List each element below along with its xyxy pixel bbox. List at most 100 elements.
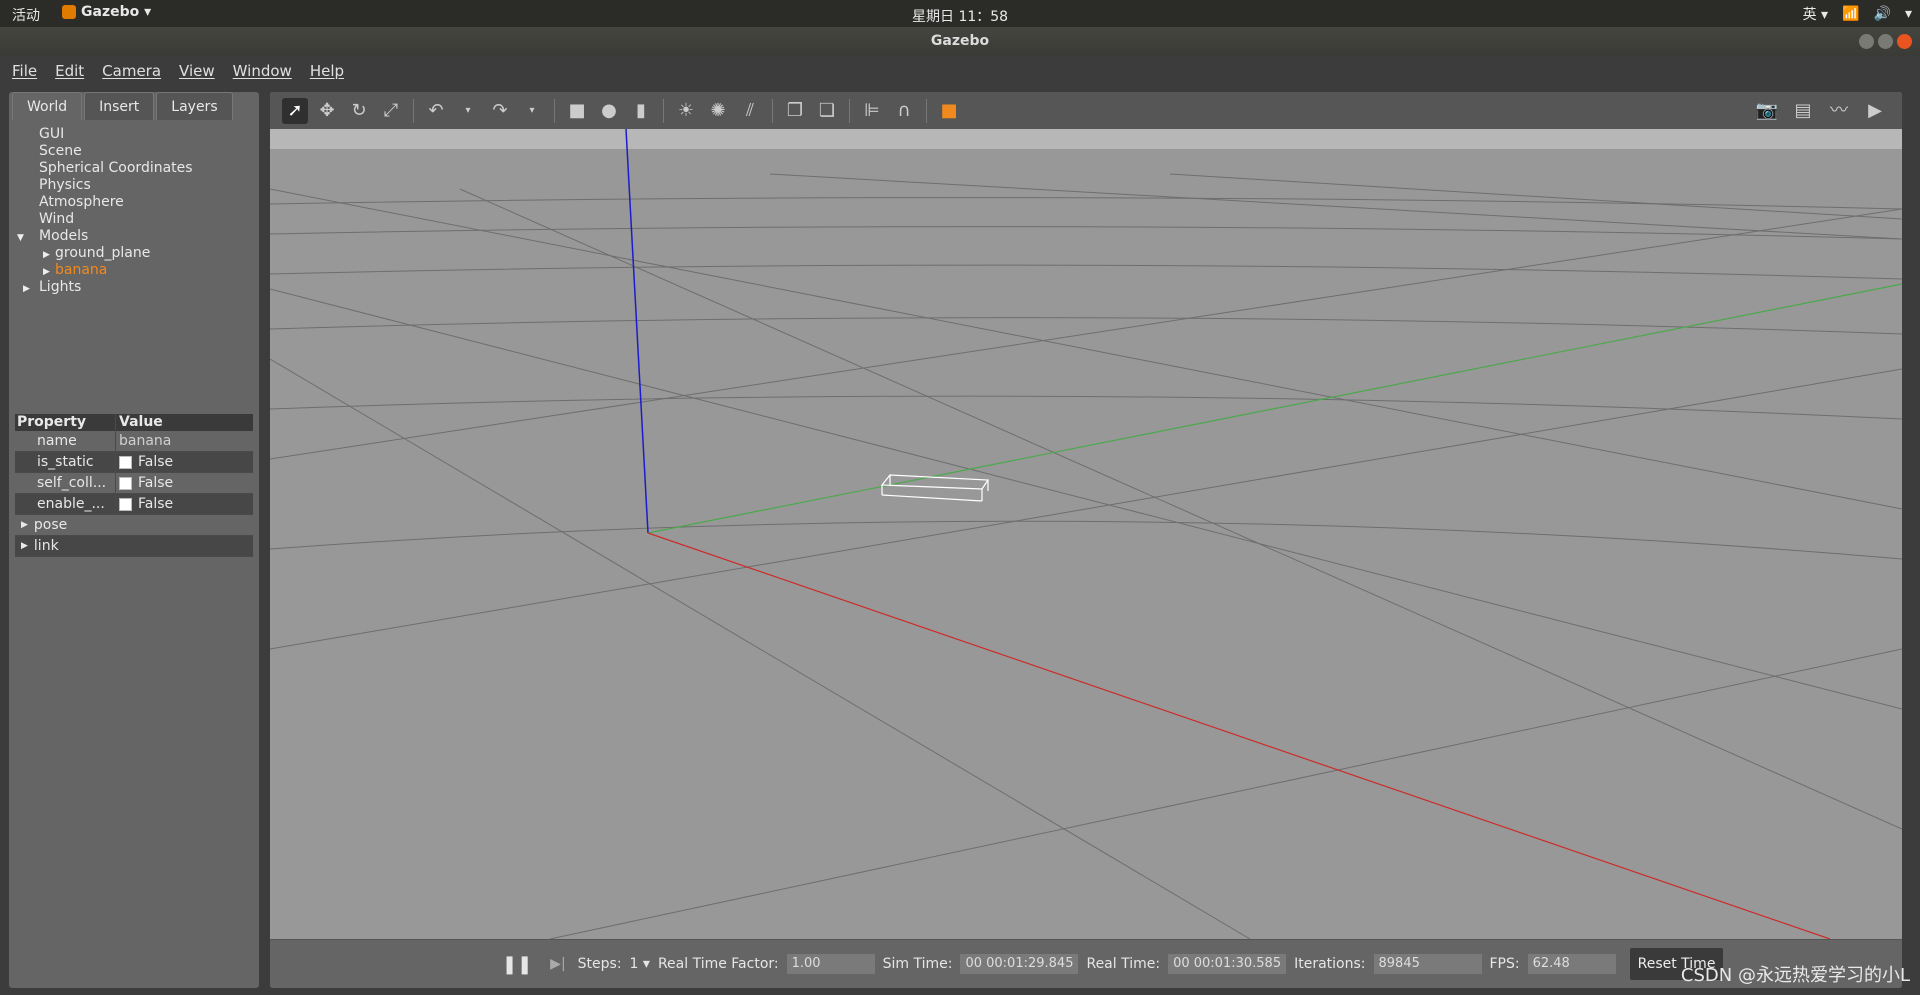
tree-item-scene[interactable]: Scene: [9, 143, 259, 160]
spot-light-icon[interactable]: ✺: [705, 98, 731, 124]
paste-icon[interactable]: ❏: [814, 98, 840, 124]
screenshot-icon[interactable]: 📷: [1754, 98, 1780, 124]
toolbar-divider: [554, 98, 555, 123]
rotate-icon[interactable]: ↻: [346, 98, 372, 124]
undo-history-icon[interactable]: ▾: [455, 98, 481, 124]
close-button[interactable]: [1897, 34, 1912, 49]
z-axis-line: [625, 129, 649, 534]
collapsed-icon[interactable]: ▶: [21, 536, 28, 556]
x-axis-line: [647, 532, 1831, 939]
clock[interactable]: 星期日 11：58: [912, 6, 1008, 26]
prop-key: self_coll...: [37, 475, 107, 491]
checkbox[interactable]: [119, 476, 132, 490]
step-icon[interactable]: ▶|: [550, 956, 565, 972]
activities-button[interactable]: 活动: [12, 5, 40, 25]
window-title: Gazebo: [930, 33, 990, 49]
rtf-label: Real Time Factor:: [657, 956, 779, 972]
toolbar-divider: [926, 98, 927, 123]
tree-label-ground-plane: ground_plane: [55, 245, 151, 261]
menu-file[interactable]: File: [12, 62, 37, 80]
menu-bar: File Edit Camera View Window Help: [0, 56, 1920, 85]
system-top-bar: 活动 Gazebo ▾ 星期日 11：58 英 ▾ 📶 🔊 ▾: [0, 0, 1920, 27]
prop-row-self-collide[interactable]: self_coll... False: [15, 473, 253, 494]
checkbox[interactable]: [119, 497, 132, 511]
toolbar-divider: [413, 98, 414, 123]
input-method[interactable]: 英 ▾: [1803, 4, 1828, 24]
pause-icon[interactable]: ❚❚: [502, 954, 532, 975]
redo-icon[interactable]: ↷: [487, 98, 513, 124]
plot-icon[interactable]: 〰: [1826, 98, 1852, 124]
fps-label: FPS:: [1489, 956, 1520, 972]
tree-item-gui[interactable]: GUI: [9, 126, 259, 143]
menu-edit[interactable]: Edit: [55, 62, 84, 80]
prop-key: name: [37, 433, 77, 449]
sim-time-label: Sim Time:: [882, 956, 953, 972]
cylinder-shape-icon[interactable]: ▮: [628, 98, 654, 124]
select-mode-icon[interactable]: ➚: [282, 97, 308, 124]
app-menu[interactable]: Gazebo ▾: [62, 4, 151, 20]
tree-item-atmosphere[interactable]: Atmosphere: [9, 194, 259, 211]
snap-icon[interactable]: ∩: [891, 98, 917, 124]
prop-value[interactable]: banana: [119, 431, 171, 452]
steps-select[interactable]: 1 ▾: [630, 956, 650, 972]
prop-row-is-static[interactable]: is_static False: [15, 452, 253, 473]
record-video-icon[interactable]: ▶: [1862, 98, 1888, 124]
rtf-field: 1.00: [786, 954, 875, 974]
align-icon[interactable]: ⊫: [859, 98, 885, 124]
tree-label-banana: banana: [55, 262, 108, 278]
tab-insert[interactable]: Insert: [84, 92, 155, 120]
wifi-icon[interactable]: 📶: [1842, 6, 1859, 22]
system-tray[interactable]: 英 ▾ 📶 🔊 ▾: [1803, 4, 1912, 24]
directional-light-icon[interactable]: ⫽: [737, 98, 763, 124]
expanded-icon[interactable]: ▼: [17, 230, 29, 247]
prop-row-link[interactable]: ▶ link: [15, 536, 253, 557]
undo-icon[interactable]: ↶: [423, 98, 449, 124]
checkbox[interactable]: [119, 455, 132, 469]
prop-row-name[interactable]: name banana: [15, 431, 253, 452]
tree-item-banana[interactable]: ▶ banana: [9, 262, 259, 279]
volume-icon[interactable]: 🔊: [1874, 6, 1891, 22]
translate-icon[interactable]: ✥: [314, 98, 340, 124]
ground-grid: [270, 173, 1902, 939]
y-axis-line: [647, 283, 1902, 534]
toolbar-divider: [849, 98, 850, 123]
menu-window[interactable]: Window: [233, 62, 292, 80]
prop-row-pose[interactable]: ▶ pose: [15, 515, 253, 536]
left-panel: World Insert Layers GUI Scene Spherical …: [9, 92, 259, 988]
sim-time-field: 00 00:01:29.845: [960, 954, 1079, 974]
menu-help[interactable]: Help: [310, 62, 344, 80]
tree-item-lights[interactable]: ▶ Lights: [9, 279, 259, 296]
prop-row-enable-wind[interactable]: enable_... False: [15, 494, 253, 515]
maximize-button[interactable]: [1878, 34, 1893, 49]
log-icon[interactable]: ▤: [1790, 98, 1816, 124]
tree-item-ground-plane[interactable]: ▶ ground_plane: [9, 245, 259, 262]
redo-history-icon[interactable]: ▾: [519, 98, 545, 124]
tree-item-models[interactable]: ▼ Models: [9, 228, 259, 245]
3d-scene-canvas[interactable]: [270, 129, 1902, 939]
real-time-label: Real Time:: [1086, 956, 1161, 972]
fps-field: 62.48: [1527, 954, 1616, 974]
tree-item-spherical[interactable]: Spherical Coordinates: [9, 160, 259, 177]
sphere-shape-icon[interactable]: ●: [596, 98, 622, 124]
app-name: Gazebo ▾: [81, 4, 152, 20]
tab-layers[interactable]: Layers: [156, 92, 233, 120]
prop-key: pose: [33, 517, 68, 533]
menu-camera[interactable]: Camera: [102, 62, 161, 80]
point-light-icon[interactable]: ☀: [673, 98, 699, 124]
copy-icon[interactable]: ❐: [782, 98, 808, 124]
menu-view[interactable]: View: [179, 62, 215, 80]
box-shape-icon[interactable]: ■: [564, 98, 590, 124]
collapsed-icon[interactable]: ▶: [21, 515, 28, 535]
watermark: CSDN @永远热爱学习的小L: [1680, 965, 1910, 986]
world-tree: GUI Scene Spherical Coordinates Physics …: [9, 126, 259, 296]
tree-item-wind[interactable]: Wind: [9, 211, 259, 228]
power-icon[interactable]: ▾: [1905, 6, 1912, 22]
prop-key: enable_...: [37, 496, 105, 512]
tree-item-physics[interactable]: Physics: [9, 177, 259, 194]
tab-world[interactable]: World: [12, 92, 83, 120]
minimize-button[interactable]: [1859, 34, 1874, 49]
collapsed-icon[interactable]: ▶: [23, 281, 35, 298]
banana-model-wireframe[interactable]: [880, 474, 990, 502]
view-angle-icon[interactable]: ■: [936, 98, 962, 124]
scale-icon[interactable]: ⤢: [378, 98, 404, 124]
